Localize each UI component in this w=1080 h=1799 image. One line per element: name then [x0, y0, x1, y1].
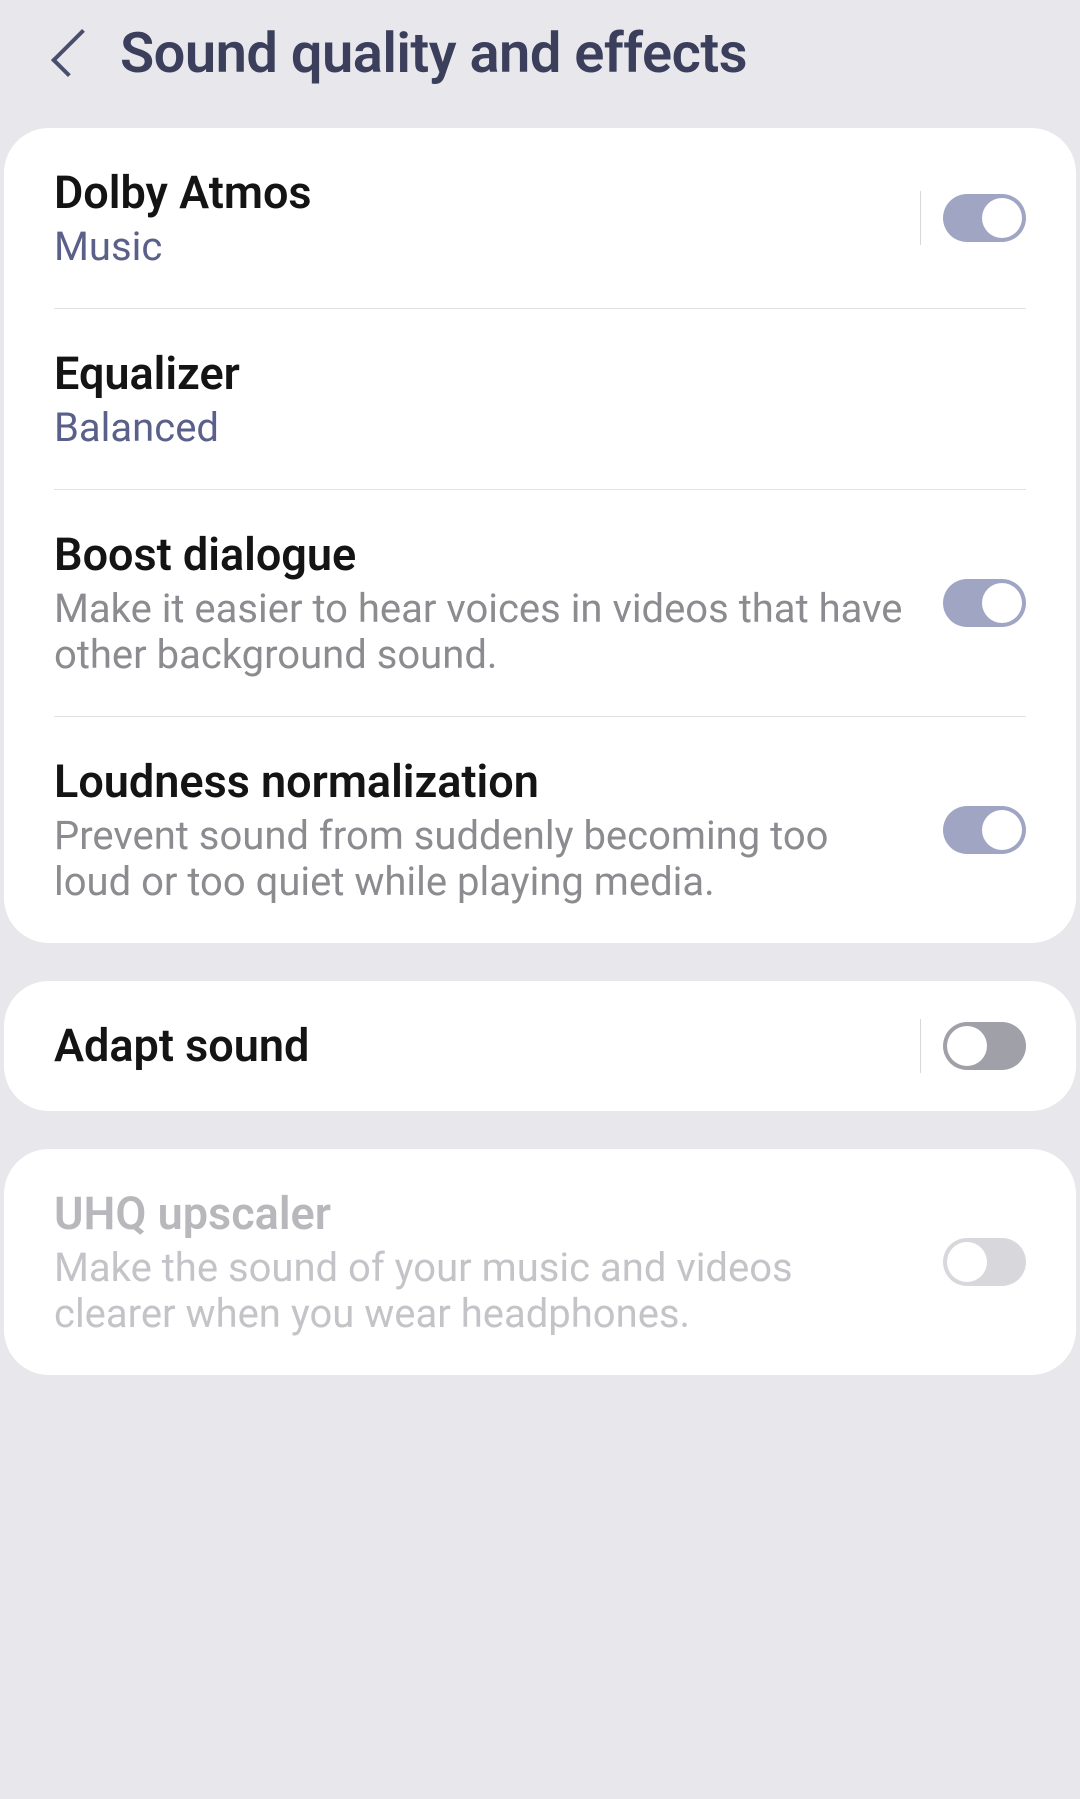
uhq-upscaler-row: UHQ upscaler Make the sound of your musi…	[54, 1149, 1026, 1375]
toggle-knob	[982, 198, 1022, 238]
boost-dialogue-toggle[interactable]	[943, 579, 1026, 627]
boost-dialogue-row[interactable]: Boost dialogue Make it easier to hear vo…	[54, 490, 1026, 717]
toggle-knob	[982, 583, 1022, 623]
dolby-atmos-controls	[920, 191, 1026, 245]
toggle-knob	[947, 1242, 987, 1282]
adapt-sound-toggle[interactable]	[943, 1022, 1026, 1070]
uhq-upscaler-text: UHQ upscaler Make the sound of your musi…	[54, 1187, 943, 1337]
boost-dialogue-text: Boost dialogue Make it easier to hear vo…	[54, 528, 943, 678]
settings-card-uhq: UHQ upscaler Make the sound of your musi…	[4, 1149, 1076, 1375]
back-button[interactable]	[50, 26, 90, 81]
loudness-controls	[943, 806, 1026, 854]
equalizer-row[interactable]: Equalizer Balanced	[54, 309, 1026, 490]
adapt-sound-row[interactable]: Adapt sound	[54, 981, 1026, 1111]
vertical-divider	[920, 191, 921, 245]
loudness-description: Prevent sound from suddenly becoming too…	[54, 813, 913, 905]
uhq-upscaler-controls	[943, 1238, 1026, 1286]
dolby-atmos-text: Dolby Atmos Music	[54, 166, 920, 270]
uhq-upscaler-title: UHQ upscaler	[54, 1187, 913, 1241]
vertical-divider	[920, 1019, 921, 1073]
adapt-sound-title: Adapt sound	[54, 1019, 890, 1073]
page-title: Sound quality and effects	[120, 20, 747, 86]
loudness-toggle[interactable]	[943, 806, 1026, 854]
dolby-atmos-toggle[interactable]	[943, 194, 1026, 242]
chevron-left-icon	[51, 29, 99, 77]
loudness-row[interactable]: Loudness normalization Prevent sound fro…	[54, 717, 1026, 943]
dolby-atmos-subtitle: Music	[54, 224, 890, 270]
toggle-knob	[947, 1026, 987, 1066]
uhq-upscaler-toggle	[943, 1238, 1026, 1286]
equalizer-subtitle: Balanced	[54, 405, 996, 451]
adapt-sound-text: Adapt sound	[54, 1019, 920, 1073]
boost-dialogue-description: Make it easier to hear voices in videos …	[54, 586, 913, 678]
dolby-atmos-title: Dolby Atmos	[54, 166, 890, 220]
uhq-upscaler-description: Make the sound of your music and videos …	[54, 1245, 913, 1337]
settings-card-main: Dolby Atmos Music Equalizer Balanced Boo…	[4, 128, 1076, 943]
toggle-knob	[982, 810, 1022, 850]
dolby-atmos-row[interactable]: Dolby Atmos Music	[54, 128, 1026, 309]
equalizer-text: Equalizer Balanced	[54, 347, 1026, 451]
loudness-text: Loudness normalization Prevent sound fro…	[54, 755, 943, 905]
loudness-title: Loudness normalization	[54, 755, 913, 809]
boost-dialogue-controls	[943, 579, 1026, 627]
header: Sound quality and effects	[0, 0, 1080, 116]
boost-dialogue-title: Boost dialogue	[54, 528, 913, 582]
adapt-sound-controls	[920, 1019, 1026, 1073]
equalizer-title: Equalizer	[54, 347, 996, 401]
settings-card-adapt: Adapt sound	[4, 981, 1076, 1111]
